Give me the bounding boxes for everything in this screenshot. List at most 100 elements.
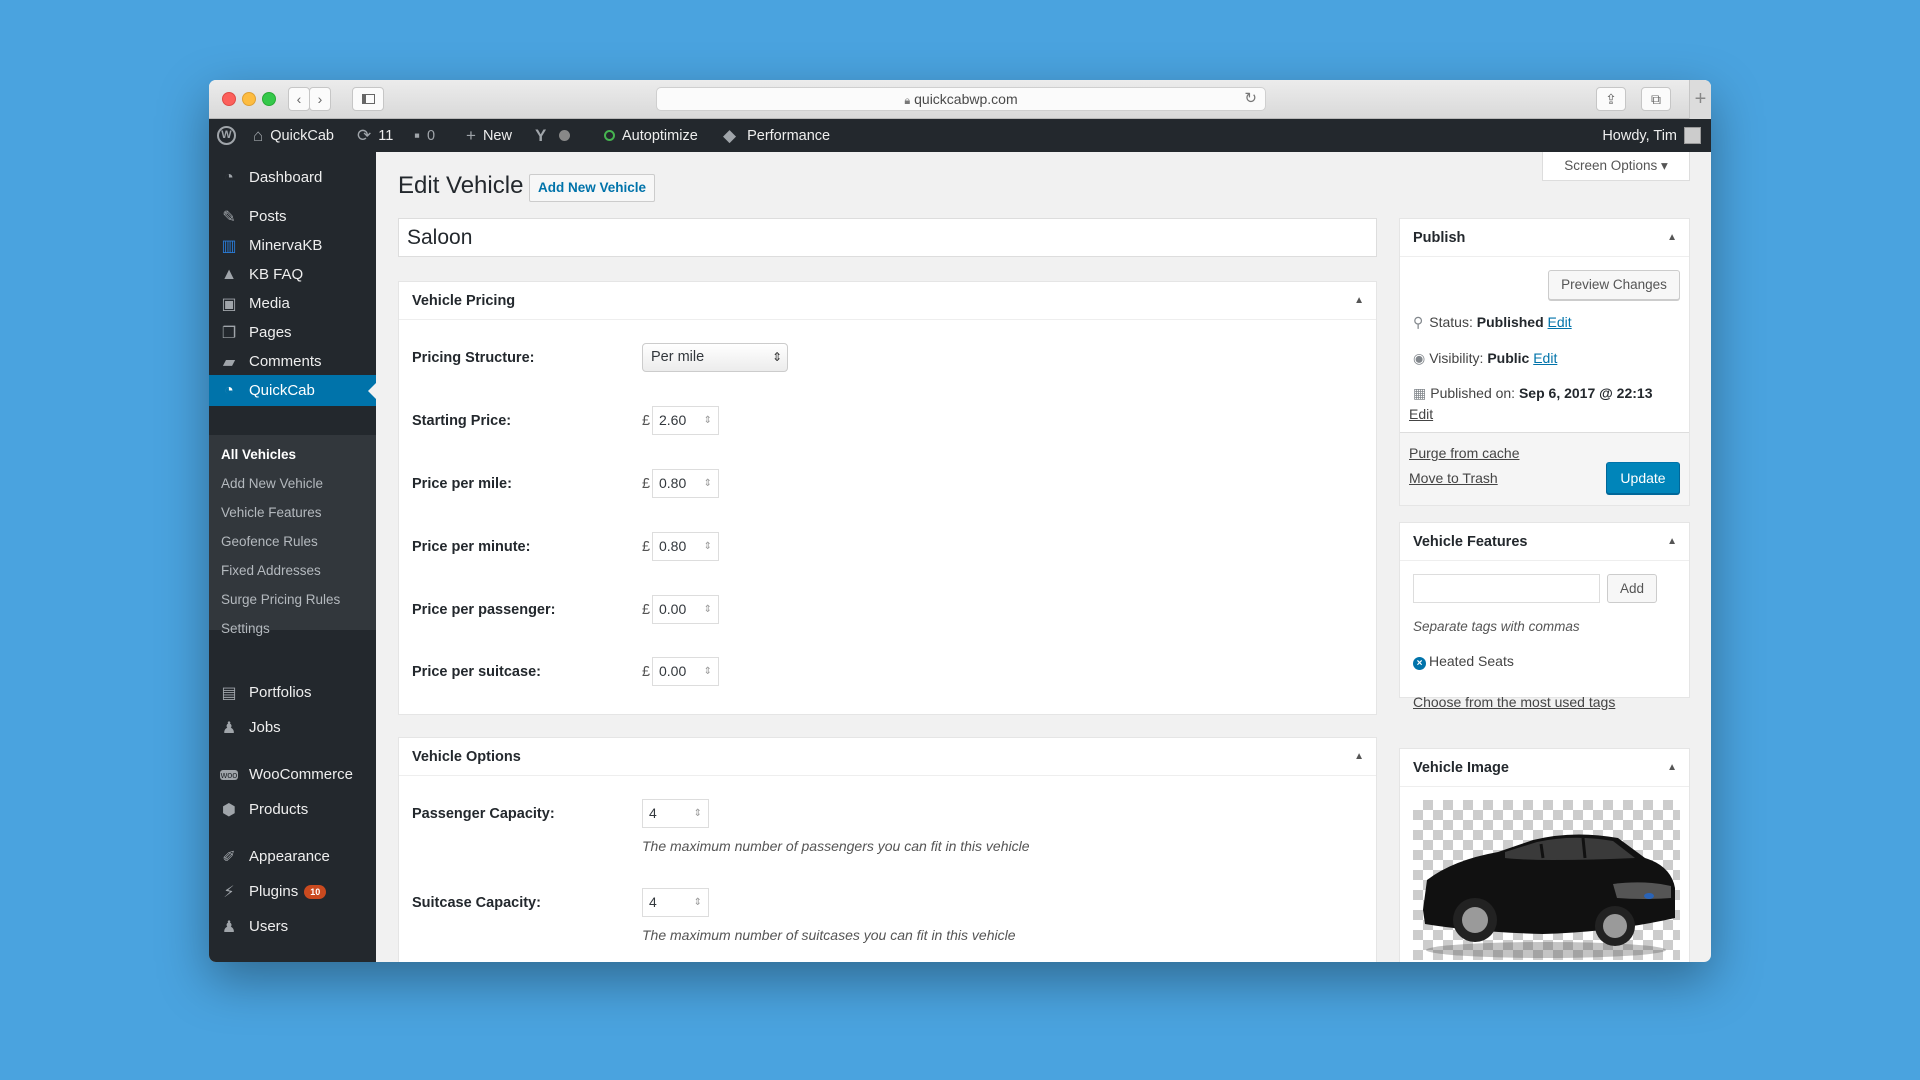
submenu-geofence-rules[interactable]: Geofence Rules bbox=[221, 532, 318, 552]
collapse-toggle-icon[interactable]: ▲ bbox=[1354, 738, 1364, 776]
comments-link[interactable]: ▪ 0 bbox=[414, 119, 435, 152]
admin-bar: W ⌂ QuickCab ⟳ 11 ▪ 0 + New Y Autoptimize ◆ P… bbox=[209, 119, 1711, 152]
chevron-left-icon: ‹ bbox=[296, 91, 302, 107]
preview-changes-button[interactable]: Preview Changes bbox=[1548, 270, 1680, 300]
sidebar-item-media[interactable]: ▣ Media bbox=[209, 288, 376, 319]
sidebar-item-pages[interactable]: ❐ Pages bbox=[209, 317, 376, 348]
updates-count: 11 bbox=[378, 127, 394, 144]
forward-button[interactable]: › bbox=[309, 87, 331, 111]
sidebar-item-products[interactable]: ⬢ Products bbox=[209, 794, 376, 825]
performance-link[interactable]: ◆ Performance bbox=[723, 119, 830, 152]
vehicle-options-header[interactable]: Vehicle Options ▲ bbox=[399, 738, 1376, 776]
calendar-icon: ▦ bbox=[1413, 385, 1427, 401]
sidebar-item-plugins[interactable]: ⚡︎ Plugins 10 bbox=[209, 876, 376, 907]
choose-most-used-tags-link[interactable]: Choose from the most used tags bbox=[1413, 694, 1615, 710]
price-per-mile-input[interactable]: 0.80 bbox=[652, 469, 719, 498]
sidebar-toggle-button[interactable] bbox=[352, 87, 384, 111]
pricing-structure-select[interactable]: Per mile bbox=[642, 343, 788, 372]
sidebar-item-comments[interactable]: ▰ Comments bbox=[209, 346, 376, 377]
price-per-passenger-input[interactable]: 0.00 bbox=[652, 595, 719, 624]
sidebar-item-dashboard[interactable]: ◔ Dashboard bbox=[209, 162, 376, 193]
autoptimize-link[interactable]: Autoptimize bbox=[604, 119, 698, 152]
address-bar[interactable]: 🔒︎ quickcabwp.com ↻ bbox=[656, 87, 1266, 111]
vehicle-pricing-header[interactable]: Vehicle Pricing ▲ bbox=[399, 282, 1376, 320]
suitcase-capacity-input[interactable]: 4 bbox=[642, 888, 709, 917]
media-icon: ▣ bbox=[221, 295, 237, 313]
car-image bbox=[1423, 834, 1675, 958]
price-per-suitcase-input[interactable]: 0.00 bbox=[652, 657, 719, 686]
remove-tag-icon[interactable]: × bbox=[1413, 657, 1426, 670]
new-tag-input[interactable] bbox=[1413, 574, 1600, 603]
currency-symbol: £ bbox=[642, 413, 651, 429]
status-label: Status: bbox=[1429, 314, 1473, 330]
currency-symbol: £ bbox=[642, 476, 651, 492]
sidebar-item-label: Dashboard bbox=[249, 169, 323, 186]
folder-icon: ▤ bbox=[221, 684, 237, 702]
updates-link[interactable]: ⟳ 11 bbox=[357, 119, 393, 152]
zoom-window-button[interactable] bbox=[262, 92, 276, 106]
vehicle-image-box: Vehicle Image ▲ bbox=[1399, 748, 1690, 962]
collapse-toggle-icon[interactable]: ▲ bbox=[1667, 523, 1677, 561]
sidebar-item-users[interactable]: ♟ Users bbox=[209, 911, 376, 942]
collapse-toggle-icon[interactable]: ▲ bbox=[1354, 282, 1364, 320]
new-content-link[interactable]: + New bbox=[466, 119, 512, 152]
plus-icon: + bbox=[466, 125, 476, 145]
sidebar-item-portfolios[interactable]: ▤ Portfolios bbox=[209, 677, 376, 708]
site-name-link[interactable]: ⌂ QuickCab bbox=[253, 119, 334, 152]
edit-date-link[interactable]: Edit bbox=[1409, 406, 1433, 422]
passenger-capacity-hint: The maximum number of passengers you can… bbox=[642, 838, 1030, 854]
price-per-passenger-label: Price per passenger: bbox=[412, 602, 556, 618]
edit-status-link[interactable]: Edit bbox=[1548, 314, 1572, 330]
add-new-vehicle-button[interactable]: Add New Vehicle bbox=[529, 174, 656, 202]
sidebar-item-label: Products bbox=[249, 801, 309, 818]
new-label: New bbox=[482, 127, 512, 144]
plugins-update-badge: 10 bbox=[304, 884, 327, 899]
reload-icon[interactable]: ↻ bbox=[1244, 88, 1257, 110]
new-tab-button[interactable]: + bbox=[1689, 80, 1711, 119]
collapse-toggle-icon[interactable]: ▲ bbox=[1667, 749, 1677, 787]
sidebar-item-jobs[interactable]: ♟ Jobs bbox=[209, 712, 376, 743]
passenger-capacity-input[interactable]: 4 bbox=[642, 799, 709, 828]
vehicle-features-header[interactable]: Vehicle Features ▲ bbox=[1400, 523, 1689, 561]
tabs-overview-button[interactable]: ⧉ bbox=[1641, 87, 1671, 111]
sidebar-item-minervakb[interactable]: ▥ MinervaKB bbox=[209, 230, 376, 261]
sidebar-item-appearance[interactable]: ✐ Appearance bbox=[209, 841, 376, 872]
minimize-window-button[interactable] bbox=[242, 92, 256, 106]
yoast-seo-link[interactable]: Y bbox=[535, 119, 571, 152]
back-button[interactable]: ‹ bbox=[288, 87, 310, 111]
submenu-surge-pricing-rules[interactable]: Surge Pricing Rules bbox=[221, 590, 340, 610]
published-on-row: ▦ Published on: Sep 6, 2017 @ 22:13 bbox=[1413, 385, 1652, 402]
move-to-trash-link[interactable]: Move to Trash bbox=[1409, 470, 1498, 486]
brush-icon: ✐ bbox=[222, 848, 236, 866]
account-menu[interactable]: Howdy, Tim bbox=[1602, 119, 1701, 152]
purge-cache-link[interactable]: Purge from cache bbox=[1409, 445, 1520, 461]
collapse-toggle-icon[interactable]: ▲ bbox=[1667, 219, 1677, 257]
submenu-settings[interactable]: Settings bbox=[221, 619, 270, 639]
admin-sidebar: ◔ Dashboard ✎ Posts ▥ MinervaKB ▲ KB FAQ ▣ Me… bbox=[209, 152, 376, 962]
post-title-input[interactable]: Saloon bbox=[398, 218, 1377, 257]
vehicle-image-thumbnail[interactable] bbox=[1413, 800, 1680, 960]
close-window-button[interactable] bbox=[222, 92, 236, 106]
update-button[interactable]: Update bbox=[1606, 462, 1680, 494]
starting-price-input[interactable]: 2.60 bbox=[652, 406, 719, 435]
vehicle-image-header[interactable]: Vehicle Image ▲ bbox=[1400, 749, 1689, 787]
sidebar-item-kb-faq[interactable]: ▲ KB FAQ bbox=[209, 259, 376, 290]
edit-visibility-link[interactable]: Edit bbox=[1533, 350, 1557, 366]
price-per-minute-input[interactable]: 0.80 bbox=[652, 532, 719, 561]
sidebar-item-quickcab[interactable]: ◔ QuickCab bbox=[209, 375, 376, 406]
wordpress-logo-button[interactable]: W bbox=[217, 119, 236, 152]
add-tag-button[interactable]: Add bbox=[1607, 574, 1657, 603]
share-button[interactable]: ⇪ bbox=[1596, 87, 1626, 111]
publish-header[interactable]: Publish ▲ bbox=[1400, 219, 1689, 257]
published-on-label: Published on: bbox=[1430, 385, 1516, 401]
screen-options-label: Screen Options bbox=[1564, 158, 1658, 173]
submenu-fixed-addresses[interactable]: Fixed Addresses bbox=[221, 561, 321, 581]
suitcase-capacity-hint: The maximum number of suitcases you can … bbox=[642, 927, 1016, 943]
sidebar-item-posts[interactable]: ✎ Posts bbox=[209, 201, 376, 232]
submenu-all-vehicles[interactable]: All Vehicles bbox=[221, 445, 296, 465]
submenu-add-new-vehicle[interactable]: Add New Vehicle bbox=[221, 474, 323, 494]
performance-icon: ◆ bbox=[723, 125, 737, 145]
submenu-vehicle-features[interactable]: Vehicle Features bbox=[221, 503, 322, 523]
screen-options-button[interactable]: Screen Options ▾ bbox=[1542, 152, 1690, 181]
sidebar-item-woocommerce[interactable]: woo WooCommerce bbox=[209, 759, 376, 790]
